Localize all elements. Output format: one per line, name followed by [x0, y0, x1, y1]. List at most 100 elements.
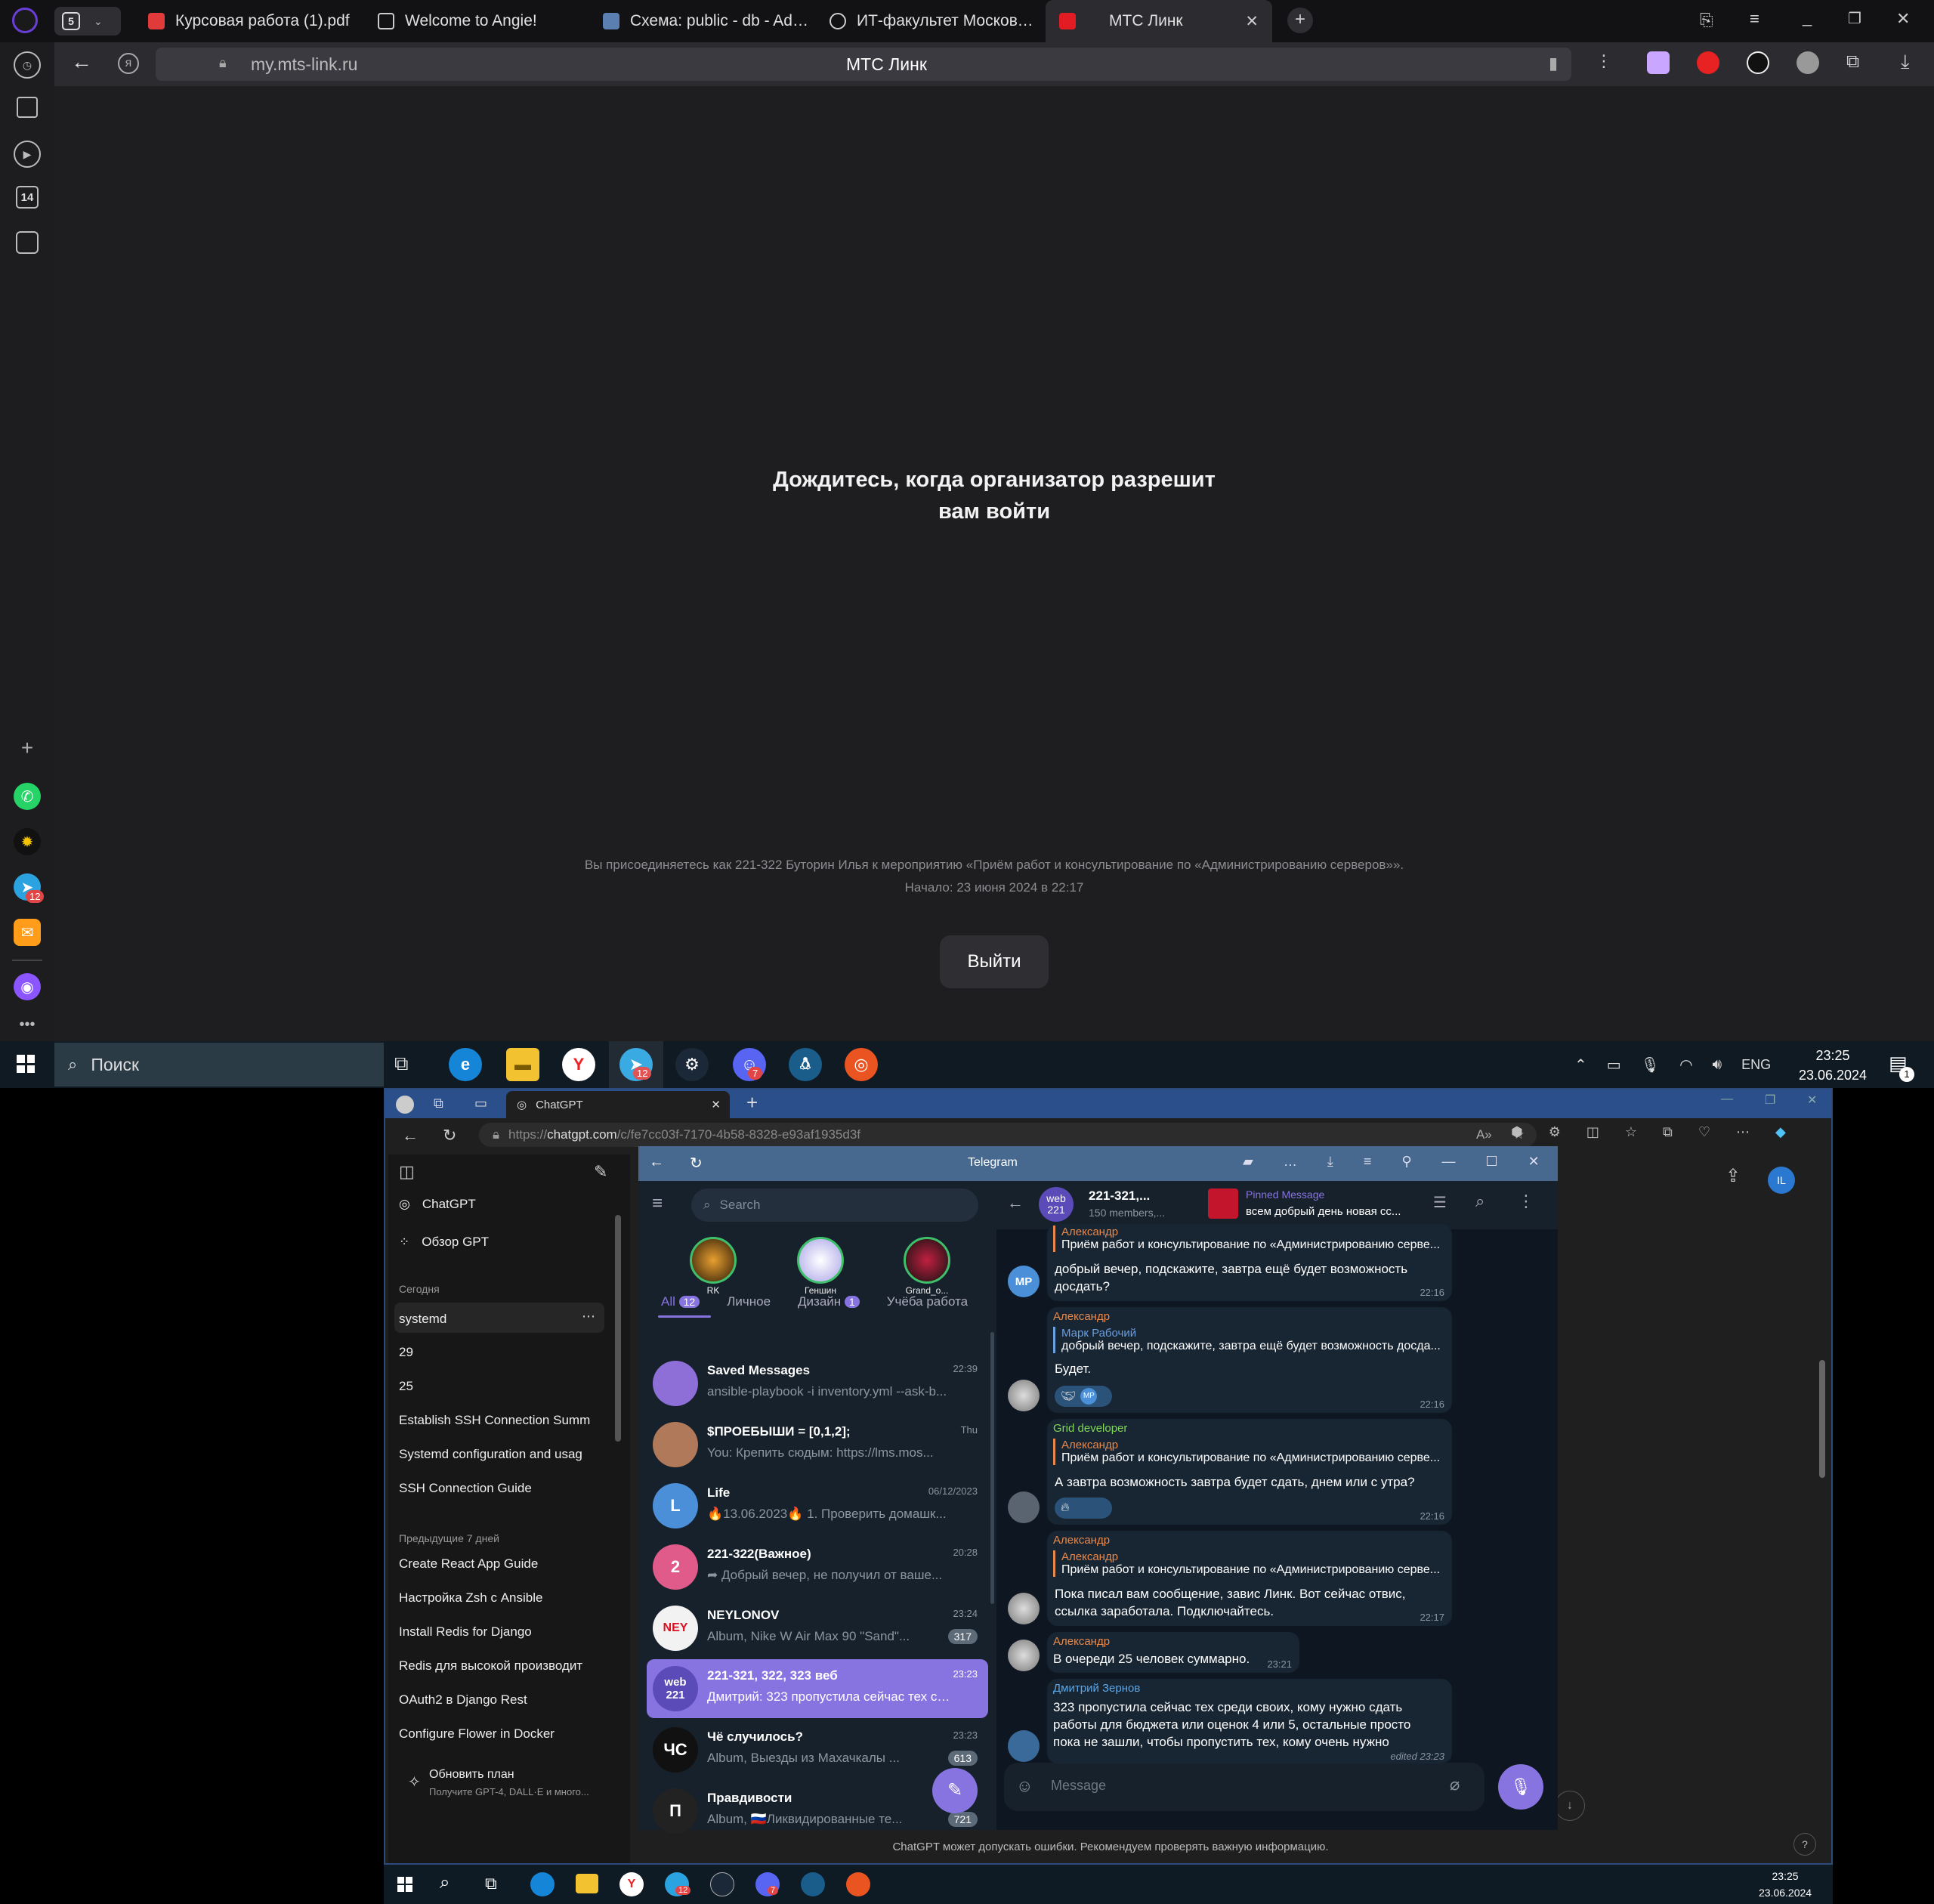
- toggle-sidebar-icon[interactable]: ◫: [399, 1162, 415, 1182]
- avatar-spiral[interactable]: [1008, 1593, 1040, 1624]
- folder-tab-personal[interactable]: Личное: [727, 1294, 771, 1309]
- chat-list-scrollbar[interactable]: [990, 1332, 994, 1604]
- folder-tab-all[interactable]: All 12: [661, 1294, 700, 1309]
- add-panel-icon[interactable]: +: [14, 734, 41, 762]
- minimize-icon[interactable]: —: [1442, 1154, 1456, 1170]
- more-icon[interactable]: ⋮: [1518, 1192, 1534, 1211]
- more-icon[interactable]: …: [1284, 1154, 1297, 1170]
- bookmarks-icon[interactable]: ⎘: [1700, 11, 1713, 30]
- story-genshin[interactable]: Геншин: [794, 1237, 847, 1296]
- play-icon[interactable]: ▶: [14, 141, 41, 168]
- edge-close-icon[interactable]: ✕: [1807, 1093, 1817, 1108]
- close-icon[interactable]: ✕: [1528, 1154, 1540, 1170]
- menu-icon[interactable]: ≡: [1750, 9, 1759, 29]
- language-indicator[interactable]: ENG: [1741, 1057, 1771, 1073]
- windows-start-icon[interactable]: [17, 1055, 35, 1073]
- download-icon[interactable]: ⤓: [1327, 1154, 1333, 1170]
- close-tab-icon[interactable]: ✕: [1245, 12, 1259, 31]
- wifi-icon[interactable]: ◠: [1679, 1056, 1692, 1074]
- history-item[interactable]: Systemd configuration and usag: [399, 1447, 592, 1462]
- history-item[interactable]: Install Redis for Django: [399, 1624, 592, 1640]
- message-bubble[interactable]: Александр Александр Приём работ и консул…: [1047, 1531, 1452, 1626]
- puzzle-icon[interactable]: ⚙: [1549, 1124, 1561, 1140]
- steam-icon[interactable]: ⚙: [675, 1048, 709, 1081]
- edge-back-icon[interactable]: ←: [402, 1126, 419, 1145]
- message-bubble[interactable]: Grid developer Александр Приём работ и к…: [1047, 1419, 1452, 1525]
- search-icon[interactable]: ⌕: [440, 1872, 450, 1893]
- screenshot-icon[interactable]: [16, 231, 39, 254]
- ubuntu-like-icon[interactable]: [846, 1872, 870, 1896]
- more-icon[interactable]: ⋯: [1736, 1124, 1750, 1140]
- restore-icon[interactable]: ❐: [1848, 9, 1861, 28]
- split-screen-icon[interactable]: ◫: [1586, 1124, 1599, 1140]
- share-icon[interactable]: ⇪: [1725, 1165, 1741, 1187]
- vpn-globe-icon[interactable]: [1797, 51, 1819, 74]
- tab-angie[interactable]: Welcome to Angie!: [378, 0, 582, 42]
- chat-row[interactable]: ЧС Чё случилось? 23:23 Album, Выезды из Мах…: [647, 1720, 988, 1779]
- folder-tab-study-work[interactable]: Учёба работа: [887, 1294, 968, 1309]
- edge-minimize-icon[interactable]: —: [1721, 1093, 1733, 1106]
- menu-dots-icon[interactable]: ⋮: [1596, 51, 1612, 71]
- download-icon[interactable]: ⤓: [1901, 50, 1910, 74]
- copilot-icon[interactable]: ◆: [1775, 1124, 1786, 1140]
- battery-icon[interactable]: ▭: [1607, 1056, 1621, 1074]
- history-item[interactable]: SSH Connection Guide: [399, 1481, 592, 1496]
- new-tab-button[interactable]: +: [1287, 8, 1313, 33]
- avatar-dmitry[interactable]: [1008, 1730, 1040, 1762]
- compose-pencil-button[interactable]: ✎: [932, 1768, 978, 1813]
- vertical-tabs-icon[interactable]: ▭: [474, 1096, 487, 1111]
- close-tab-icon[interactable]: ✕: [711, 1098, 721, 1111]
- clock[interactable]: 23:25 23.06.2024: [1797, 1046, 1869, 1085]
- message-bubble[interactable]: Дмитрий Зернов 323 пропустила сейчас тех…: [1047, 1679, 1452, 1763]
- history-item[interactable]: Create React App Guide: [399, 1556, 592, 1572]
- nav-chatgpt[interactable]: ◎ ChatGPT: [399, 1197, 476, 1212]
- chat-row[interactable]: 2 221-322(Важное) 20:28 ➦ Добрый вечер, не …: [647, 1538, 988, 1596]
- collections-icon[interactable]: ⧉: [1663, 1124, 1673, 1140]
- steam-icon[interactable]: [710, 1872, 734, 1896]
- taskbar-search[interactable]: ⌕ Поиск: [54, 1043, 384, 1086]
- reactions[interactable]: 🤝︎ MP: [1055, 1386, 1112, 1407]
- file-explorer-icon[interactable]: [576, 1874, 598, 1893]
- sidebar-scrollbar[interactable]: [615, 1215, 621, 1442]
- history-item[interactable]: 29: [399, 1345, 588, 1360]
- message-input[interactable]: Message: [1051, 1778, 1106, 1794]
- tab-mts-link[interactable]: МТС Линк ✕: [1046, 0, 1272, 42]
- search-icon[interactable]: ⌕: [1475, 1192, 1484, 1211]
- bookmark-icon[interactable]: ▮: [1549, 54, 1558, 73]
- back-icon[interactable]: ←: [1007, 1193, 1024, 1213]
- yandex-browser-icon[interactable]: Y: [562, 1048, 595, 1081]
- chat-row[interactable]: Saved Messages 22:39 ansible-playbook -i i…: [647, 1354, 988, 1413]
- reactions[interactable]: 🔥︎: [1055, 1498, 1112, 1519]
- alice-icon[interactable]: ◉: [14, 973, 41, 1000]
- sun-app-icon[interactable]: ✹: [14, 828, 41, 855]
- group-avatar[interactable]: web 221: [1039, 1187, 1074, 1222]
- user-avatar[interactable]: IL: [1768, 1167, 1795, 1194]
- group-name[interactable]: 221-321,...: [1089, 1188, 1179, 1204]
- task-view-icon[interactable]: ⧉: [394, 1052, 409, 1076]
- qq-penguin-icon[interactable]: 🐧︎: [789, 1048, 822, 1081]
- workspaces-icon[interactable]: ⧉: [434, 1096, 443, 1111]
- comment-icon[interactable]: ▰: [1243, 1154, 1253, 1170]
- extension-icon[interactable]: ⬢: [1511, 1124, 1523, 1140]
- back-icon[interactable]: ←: [71, 50, 92, 74]
- nav-explore-gpts[interactable]: ⁘ Обзор GPT: [399, 1235, 489, 1250]
- attach-icon[interactable]: ⌀: [1450, 1775, 1460, 1794]
- history-item[interactable]: Redis для высокой производит: [399, 1658, 592, 1674]
- more-icon[interactable]: •••: [14, 1011, 41, 1038]
- exit-button[interactable]: Выйти: [940, 935, 1049, 988]
- edge-icon[interactable]: e: [449, 1048, 482, 1081]
- search-input[interactable]: ⌕ Search: [691, 1188, 978, 1222]
- emoji-icon[interactable]: ☺: [1016, 1776, 1033, 1796]
- ubuntu-like-icon[interactable]: ◎: [845, 1048, 878, 1081]
- pinned-list-icon[interactable]: ☰: [1433, 1193, 1447, 1212]
- right-scrollbar[interactable]: [1819, 1360, 1825, 1478]
- volume-icon[interactable]: 🔊︎: [1713, 1056, 1722, 1074]
- adblock-icon[interactable]: [1697, 51, 1719, 74]
- microphone-icon[interactable]: 🎙︎: [1641, 1056, 1660, 1074]
- pin-icon[interactable]: ⚲: [1401, 1154, 1411, 1170]
- pinned-label[interactable]: Pinned Message: [1246, 1188, 1324, 1201]
- message-bubble[interactable]: Александр Приём работ и консультирование…: [1047, 1224, 1452, 1301]
- scroll-down-button[interactable]: ↓: [1555, 1791, 1585, 1821]
- profile-icon[interactable]: [396, 1096, 414, 1114]
- chat-row[interactable]: L Life 06/12/2023 🔥13.06.2023🔥 1. Проверить…: [647, 1476, 988, 1535]
